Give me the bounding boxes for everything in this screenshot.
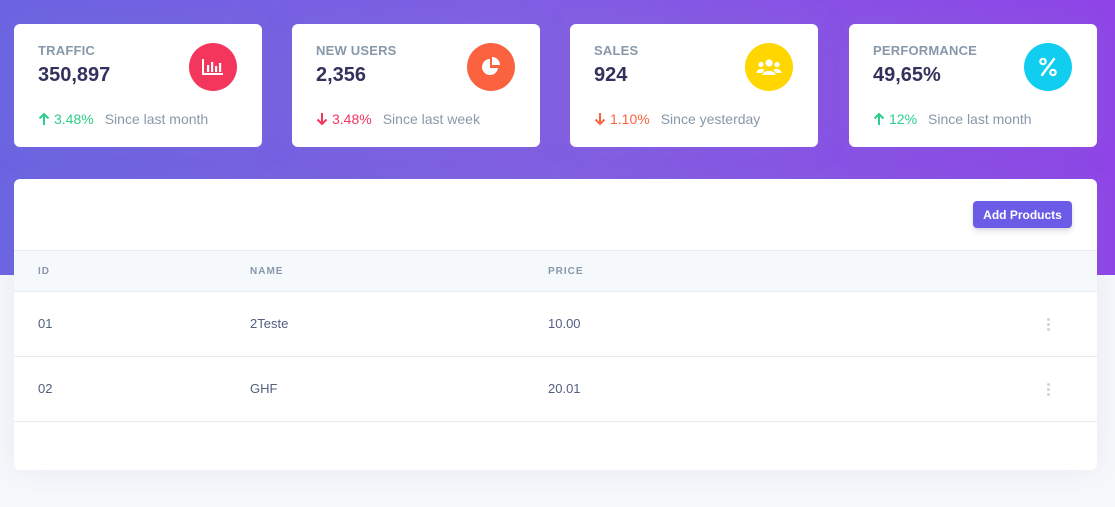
percent-icon: [1024, 43, 1072, 91]
table-row: 02 GHF 20.01: [14, 357, 1097, 422]
pie-chart-icon: [467, 43, 515, 91]
add-products-button[interactable]: Add Products: [973, 201, 1072, 228]
stat-card-performance: PERFORMANCE 49,65% 12% Since last month: [849, 24, 1097, 147]
row-actions-kebab-icon[interactable]: [1043, 315, 1053, 333]
arrow-down-icon: [594, 112, 606, 126]
stat-change-period: Since last month: [928, 111, 1032, 127]
table-row: 01 2Teste 10.00: [14, 292, 1097, 357]
stat-card-new-users: NEW USERS 2,356 3.48% Since last week: [292, 24, 540, 147]
stat-change-period: Since last month: [104, 111, 209, 127]
stat-change-value: 1.10%: [610, 111, 650, 127]
stat-change: 12% Since last month: [873, 111, 1032, 127]
stat-title: SALES: [594, 43, 639, 58]
stat-change-value: 3.48%: [332, 111, 372, 127]
stat-title: NEW USERS: [316, 43, 397, 58]
stat-card-sales: SALES 924 1.10% Since yesterday: [570, 24, 818, 147]
table-header: ID NAME PRICE: [14, 250, 1097, 292]
products-table-card: Add Products ID NAME PRICE 01 2Teste 10.…: [14, 179, 1097, 470]
stat-title: TRAFFIC: [38, 43, 95, 58]
arrow-up-icon: [873, 112, 885, 126]
column-header-name: NAME: [250, 266, 284, 277]
row-price: 10.00: [548, 316, 581, 331]
stat-card-traffic: TRAFFIC 350,897 3.48% Since last month: [14, 24, 262, 147]
stat-change: 3.48% Since last week: [316, 111, 480, 127]
row-actions-kebab-icon[interactable]: [1043, 380, 1053, 398]
column-header-id: ID: [38, 266, 50, 277]
arrow-up-icon: [38, 112, 50, 126]
stat-value: 924: [594, 64, 628, 86]
row-name: GHF: [250, 381, 278, 396]
users-icon: [745, 43, 793, 91]
stat-change: 3.48% Since last month: [38, 111, 208, 127]
column-header-price: PRICE: [548, 266, 584, 277]
row-id: 01: [38, 316, 53, 331]
row-name: 2Teste: [250, 316, 289, 331]
stat-value: 49,65%: [873, 64, 941, 86]
stat-title: PERFORMANCE: [873, 43, 978, 58]
arrow-down-icon: [316, 112, 328, 126]
bar-chart-icon: [189, 43, 237, 91]
row-id: 02: [38, 381, 53, 396]
stat-value: 2,356: [316, 64, 367, 86]
stat-value: 350,897: [38, 64, 111, 86]
stat-change-period: Since yesterday: [660, 111, 761, 127]
row-price: 20.01: [548, 381, 581, 396]
stat-change-value: 3.48%: [54, 111, 94, 127]
stat-change-value: 12%: [889, 111, 918, 127]
stat-change-period: Since last week: [382, 111, 480, 127]
stat-change: 1.10% Since yesterday: [594, 111, 760, 127]
